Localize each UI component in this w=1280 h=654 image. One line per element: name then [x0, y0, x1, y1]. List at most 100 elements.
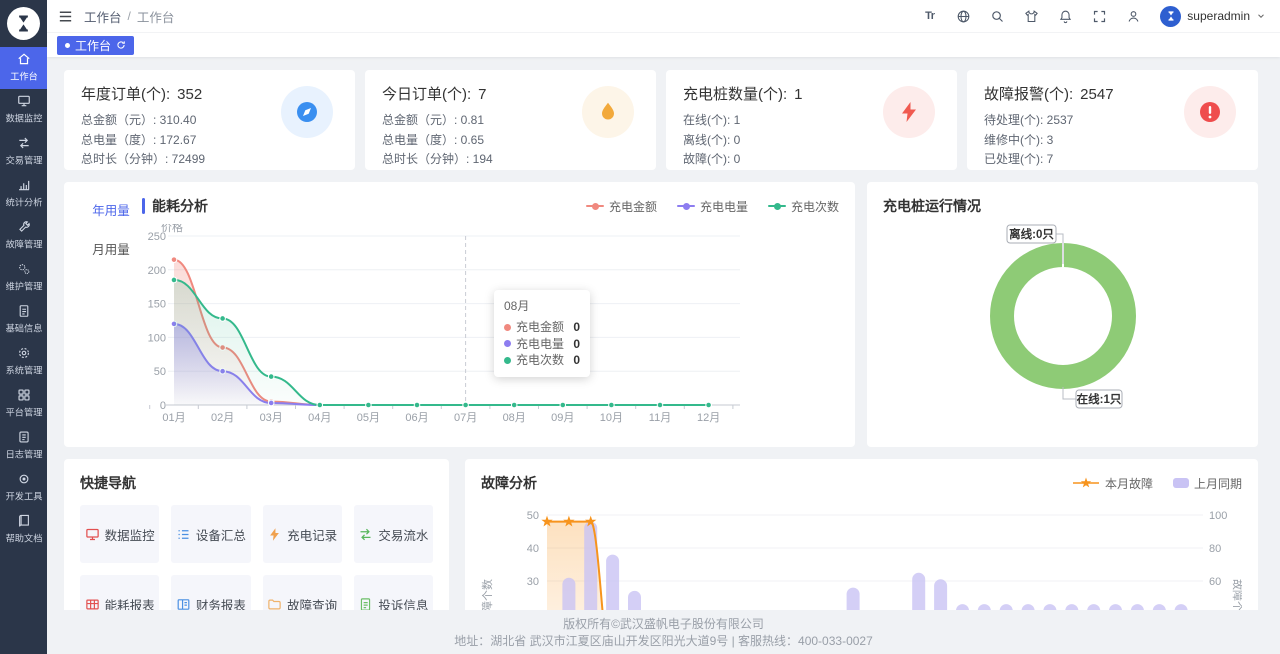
legend-marker: [586, 205, 604, 207]
energy-chart-title: 能耗分析: [152, 196, 208, 216]
user-icon[interactable]: [1126, 9, 1141, 24]
legend-item[interactable]: 本月故障: [1072, 475, 1153, 492]
tooltip-row: 充电次数0: [504, 352, 580, 369]
app-logo[interactable]: [0, 0, 47, 47]
sidebar-item-dev-tools[interactable]: 开发工具: [0, 467, 47, 509]
address-line: 地址：湖北省 武汉市江夏区庙山开发区阳光大道9号 | 客服热线：400-033-…: [47, 633, 1280, 650]
chart-icon: [17, 178, 31, 192]
svg-text:07月: 07月: [454, 412, 477, 424]
tab-workbench[interactable]: 工作台: [57, 36, 134, 55]
gears-icon: [17, 262, 31, 276]
svg-text:100: 100: [1209, 510, 1227, 522]
svg-text:01月: 01月: [162, 412, 185, 424]
quicknav-label: 交易流水: [378, 525, 428, 544]
quicknav-charge-records[interactable]: 充电记录: [263, 505, 342, 563]
chevron-down-icon: [1256, 9, 1266, 24]
sidebar-item-label: 帮助文档: [5, 531, 42, 545]
sidebar-item-label: 平台管理: [5, 405, 42, 419]
stat-value: 352: [177, 86, 202, 103]
sidebar-item-label: 开发工具: [5, 489, 42, 503]
stat-value: 2547: [1080, 86, 1113, 103]
breadcrumb-item-2: 工作台: [137, 7, 175, 26]
energy-analysis-card: 年用量月用量 能耗分析 充电金额充电电量充电次数 250200150100500…: [64, 182, 855, 447]
svg-text:价格: 价格: [161, 224, 183, 234]
legend-item[interactable]: 上月同期: [1173, 475, 1242, 492]
sidebar-item-label: 故障管理: [5, 237, 42, 251]
monitor-icon: [85, 527, 100, 542]
theme-icon[interactable]: [1024, 9, 1039, 24]
stat-line: 故障(个): 0: [683, 150, 939, 170]
quicknav-data-monitor[interactable]: 数据监控: [80, 505, 159, 563]
sidebar-item-fault-management[interactable]: 故障管理: [0, 215, 47, 257]
sidebar-item-base-info[interactable]: 基础信息: [0, 299, 47, 341]
wrench-icon: [17, 220, 31, 234]
tab-bar: 工作台: [47, 33, 1280, 57]
stat-card-fault-alarms: 故障报警(个):2547待处理(个): 2537维修中(个): 3已处理(个):…: [967, 70, 1258, 170]
sidebar-item-platform[interactable]: 平台管理: [0, 383, 47, 425]
compass-icon: [281, 86, 333, 138]
stat-line: 总时长（分钟）: 72499: [81, 150, 337, 170]
bell-icon[interactable]: [1058, 9, 1073, 24]
globe-icon[interactable]: [956, 9, 971, 24]
legend-marker: [1173, 478, 1189, 488]
energy-tab-1[interactable]: 月用量: [80, 239, 142, 258]
sidebar-item-workbench[interactable]: 工作台: [0, 47, 47, 89]
sidebar-item-label: 统计分析: [5, 195, 42, 209]
user-menu[interactable]: superadmin: [1160, 6, 1266, 27]
sidebar-item-trade-management[interactable]: 交易管理: [0, 131, 47, 173]
legend-item[interactable]: 充电电量: [677, 198, 748, 215]
svg-text:06月: 06月: [405, 412, 428, 424]
energy-line-chart[interactable]: 250200150100500价格01月02月03月04月05月06月07月08…: [142, 224, 839, 435]
copyright-line: 版权所有©武汉盛帆电子股份有限公司: [47, 616, 1280, 633]
pile-donut-chart[interactable]: 离线:0只在线:1只: [883, 220, 1242, 432]
tools-icon: [17, 472, 31, 486]
svg-text:12月: 12月: [697, 412, 720, 424]
tooltip-row: 充电金额0: [504, 319, 580, 336]
search-icon[interactable]: [990, 9, 1005, 24]
title-accent-bar: [142, 198, 145, 214]
svg-text:40: 40: [527, 543, 539, 555]
sidebar-item-label: 维护管理: [5, 279, 42, 293]
page-footer: 版权所有©武汉盛帆电子股份有限公司 地址：湖北省 武汉市江夏区庙山开发区阳光大道…: [47, 610, 1280, 654]
font-size-icon[interactable]: Tr: [922, 9, 937, 24]
refresh-icon[interactable]: [116, 40, 126, 50]
svg-text:04月: 04月: [308, 412, 331, 424]
svg-text:200: 200: [148, 265, 166, 277]
svg-text:在线:1只: 在线:1只: [1077, 392, 1122, 406]
top-header: 工作台 / 工作台 Tr superadmin: [47, 0, 1280, 33]
stat-line: 总时长（分钟）: 194: [382, 150, 638, 170]
quicknav-transaction-flow[interactable]: 交易流水: [354, 505, 433, 563]
quicknav-label: 数据监控: [105, 525, 155, 544]
legend-item[interactable]: 充电金额: [586, 198, 657, 215]
pile-chart-title: 充电桩运行情况: [883, 196, 1242, 216]
legend-marker: [1072, 477, 1100, 489]
alert-icon: [1184, 86, 1236, 138]
sidebar-item-logs[interactable]: 日志管理: [0, 425, 47, 467]
fullscreen-icon[interactable]: [1092, 9, 1107, 24]
sidebar-item-label: 数据监控: [5, 111, 42, 125]
legend-marker: [768, 205, 786, 207]
legend-marker: [677, 205, 695, 207]
breadcrumb-item-1[interactable]: 工作台: [84, 7, 122, 26]
tooltip-title: 08月: [504, 297, 580, 314]
menu-collapse-icon[interactable]: [57, 8, 74, 25]
sidebar-item-help-docs[interactable]: 帮助文档: [0, 509, 47, 551]
stat-card-today-orders: 今日订单(个):7总金额（元）: 0.81总电量（度）: 0.65总时长（分钟）…: [365, 70, 656, 170]
monitor-icon: [17, 94, 31, 108]
sidebar-item-statistics[interactable]: 统计分析: [0, 173, 47, 215]
log-icon: [17, 430, 31, 444]
stat-value: 1: [794, 86, 802, 103]
energy-tab-0[interactable]: 年用量: [80, 200, 142, 219]
sidebar-item-label: 系统管理: [5, 363, 42, 377]
quicknav-device-summary[interactable]: 设备汇总: [171, 505, 250, 563]
tab-label: 工作台: [75, 37, 111, 54]
stat-value: 7: [478, 86, 486, 103]
svg-text:03月: 03月: [260, 412, 283, 424]
sidebar: 工作台数据监控交易管理统计分析故障管理维护管理基础信息系统管理平台管理日志管理开…: [0, 0, 47, 654]
legend-item[interactable]: 充电次数: [768, 198, 839, 215]
home-icon: [17, 52, 31, 66]
svg-text:100: 100: [148, 332, 166, 344]
sidebar-item-maintenance[interactable]: 维护管理: [0, 257, 47, 299]
sidebar-item-data-monitor[interactable]: 数据监控: [0, 89, 47, 131]
sidebar-item-system[interactable]: 系统管理: [0, 341, 47, 383]
